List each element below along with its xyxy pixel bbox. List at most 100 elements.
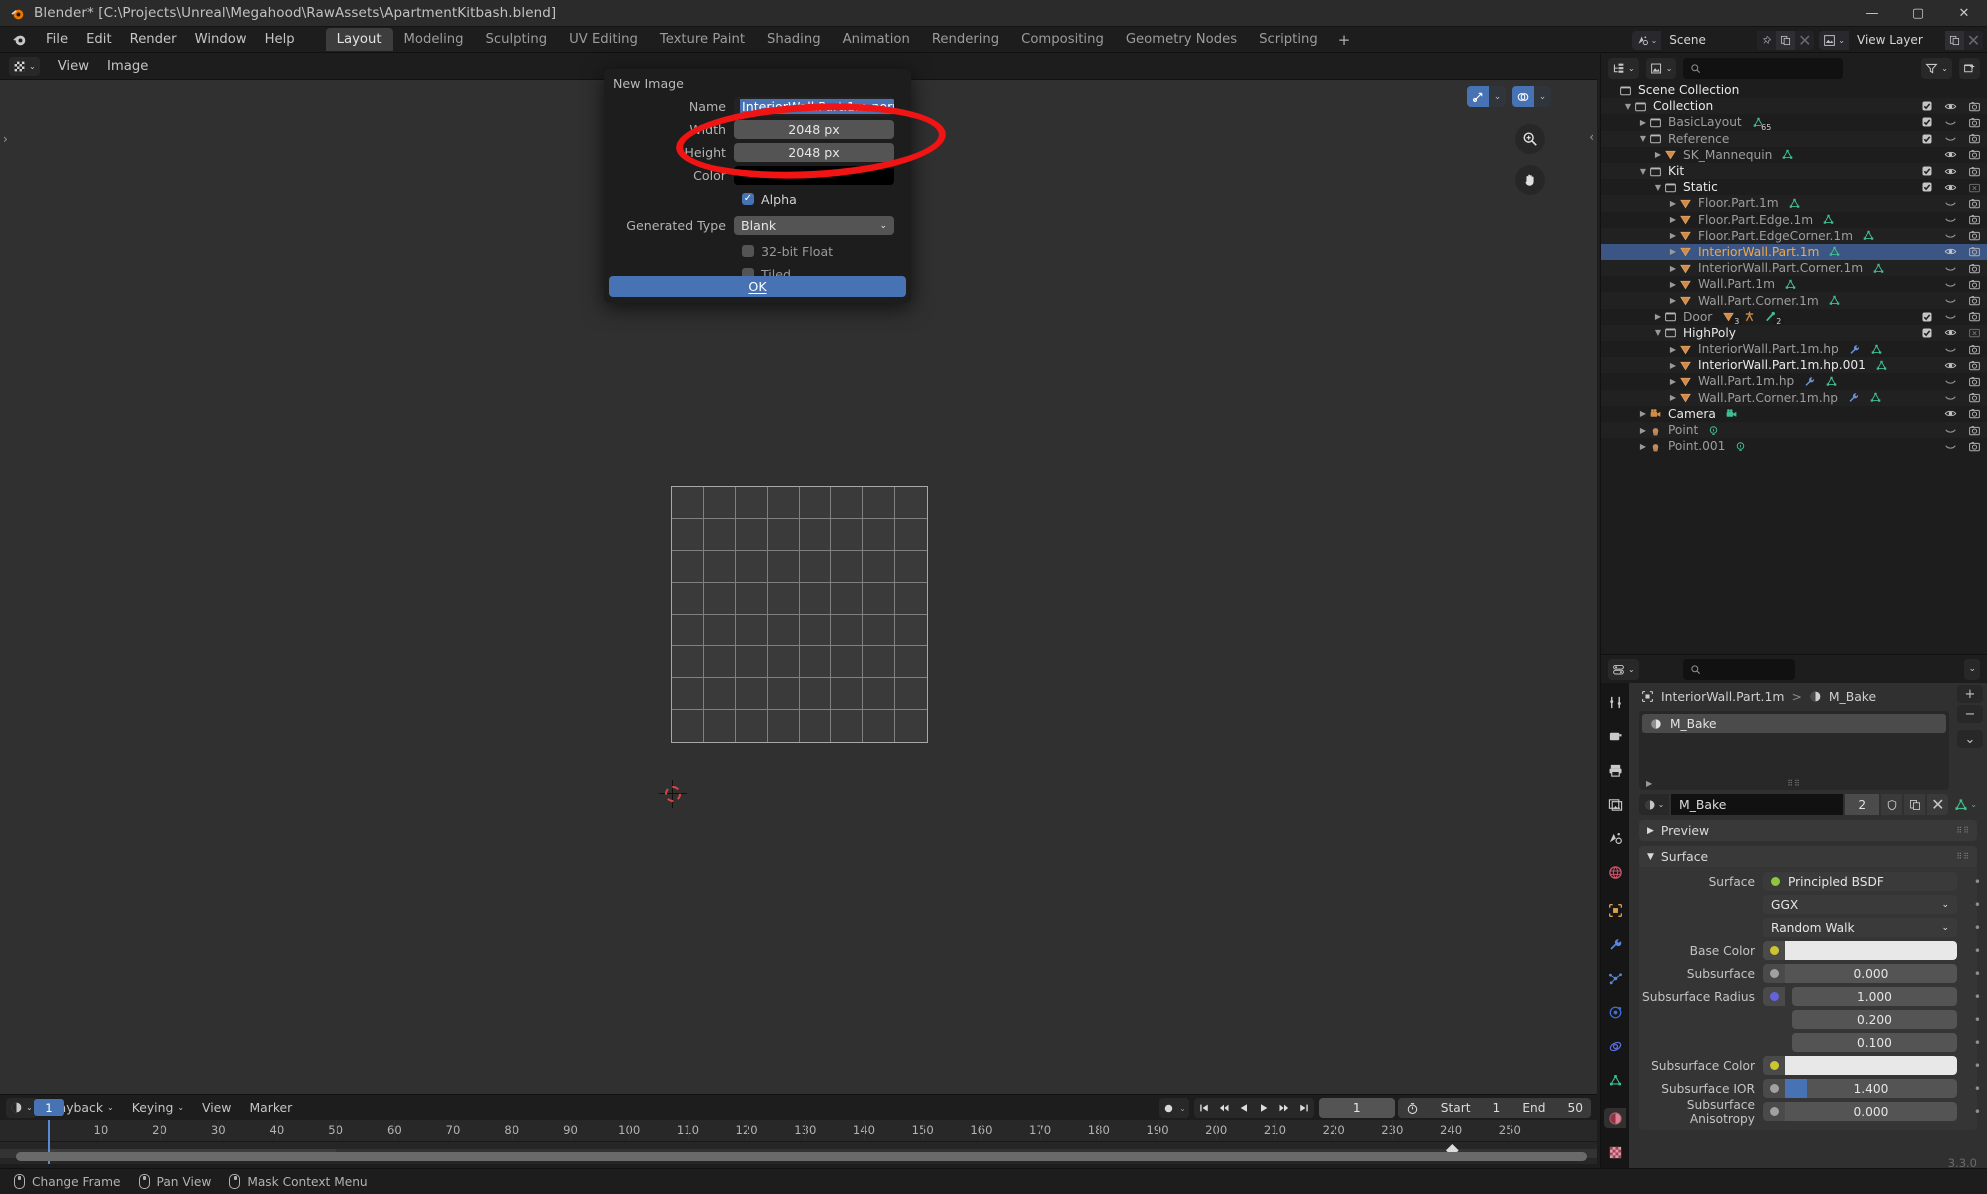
- 2d-cursor-icon[interactable]: [659, 780, 687, 808]
- camera-toggle[interactable]: [1968, 359, 1981, 372]
- outliner-item-label[interactable]: Scene Collection: [1638, 83, 1739, 97]
- outliner-item-label[interactable]: Floor.Part.Edge.1m: [1698, 213, 1813, 227]
- material-slot-list[interactable]: M_Bake ▶ ⠿⠿: [1639, 711, 1949, 790]
- outliner-item-label[interactable]: SK_Mannequin: [1683, 148, 1772, 162]
- disclosure-triangle-icon[interactable]: ▶: [1652, 150, 1664, 159]
- properties-tab-data[interactable]: [1604, 1070, 1626, 1090]
- camera-toggle[interactable]: [1968, 262, 1981, 275]
- check-toggle[interactable]: [1920, 132, 1933, 145]
- timeline-menu-marker[interactable]: Marker: [242, 1098, 299, 1117]
- material-slot-item[interactable]: M_Bake: [1642, 714, 1946, 733]
- start-frame-value[interactable]: 1: [1493, 1101, 1501, 1115]
- outliner-row[interactable]: ▶ Point.001: [1601, 438, 1987, 454]
- disclosure-triangle-icon[interactable]: ▶: [1667, 296, 1679, 305]
- unlink-material-icon[interactable]: ✕: [1927, 794, 1949, 815]
- property-value-vector[interactable]: 1.000: [1763, 987, 1957, 1006]
- timeline-ruler[interactable]: 1020304050607080901001101201301401501601…: [0, 1120, 1597, 1142]
- outliner-item-label[interactable]: Reference: [1668, 132, 1729, 146]
- jump-start-icon[interactable]: [1194, 1098, 1214, 1118]
- eye-toggle[interactable]: [1944, 148, 1957, 161]
- outliner-row[interactable]: ▶ InteriorWall.Part.Corner.1m: [1601, 260, 1987, 277]
- disclosure-triangle-icon[interactable]: ▶: [1637, 426, 1649, 435]
- breadcrumb-material-name[interactable]: M_Bake: [1829, 689, 1876, 704]
- maximize-button[interactable]: ▢: [1895, 0, 1941, 27]
- stopwatch-icon[interactable]: [1406, 1102, 1419, 1115]
- disclosure-triangle-icon[interactable]: ▶: [1667, 199, 1679, 208]
- eye-toggle[interactable]: [1944, 359, 1957, 372]
- float32-checkbox-row[interactable]: 32-bit Float: [604, 241, 911, 261]
- animate-dot-icon[interactable]: •: [1974, 967, 1981, 981]
- outliner-row[interactable]: ▶ Point: [1601, 421, 1987, 439]
- property-value-slider[interactable]: 0.000: [1763, 964, 1957, 983]
- property-value-slider[interactable]: 0.000: [1763, 1102, 1957, 1121]
- ok-button[interactable]: OK: [609, 276, 906, 297]
- workspace-tab-rendering[interactable]: Rendering: [921, 28, 1010, 51]
- disclosure-triangle-icon[interactable]: ▼: [1622, 102, 1634, 111]
- properties-tab-physics[interactable]: [1604, 1002, 1626, 1022]
- eye-closed-toggle[interactable]: [1944, 197, 1957, 210]
- camera-toggle[interactable]: [1968, 229, 1981, 242]
- check-toggle[interactable]: [1920, 181, 1933, 194]
- properties-tab-scene[interactable]: [1604, 828, 1626, 848]
- camera-toggle[interactable]: [1968, 310, 1981, 323]
- disclosure-triangle-icon[interactable]: ▼: [1652, 328, 1664, 337]
- material-slot-specials-button[interactable]: ⌄: [1957, 730, 1983, 748]
- menu-file[interactable]: File: [37, 29, 77, 50]
- menu-render[interactable]: Render: [121, 29, 186, 50]
- camera-toggle[interactable]: [1968, 424, 1981, 437]
- animate-dot-icon[interactable]: •: [1974, 1013, 1981, 1027]
- outliner-row[interactable]: ▶ Camera: [1601, 406, 1987, 422]
- disclosure-triangle-icon[interactable]: ▶: [1667, 247, 1679, 256]
- outliner-item-label[interactable]: InteriorWall.Part.Corner.1m: [1698, 261, 1863, 275]
- filter-icon[interactable]: ⌄: [1921, 57, 1952, 79]
- scene-browse-icon[interactable]: ⌄: [1631, 30, 1662, 50]
- camera-off-toggle[interactable]: [1968, 181, 1981, 194]
- scene-selector[interactable]: ⌄ Scene ✕: [1631, 30, 1815, 50]
- show-gizmo-dropdown-icon[interactable]: ⌄: [1489, 86, 1506, 107]
- image-editor-menu-view[interactable]: View: [49, 56, 98, 77]
- fake-user-icon[interactable]: [1881, 794, 1903, 815]
- outliner-item-label[interactable]: Floor.Part.1m: [1698, 196, 1779, 210]
- workspace-tab-modeling[interactable]: Modeling: [393, 28, 475, 51]
- animate-dot-icon[interactable]: •: [1974, 990, 1981, 1004]
- color-swatch[interactable]: [1785, 1056, 1957, 1075]
- outliner-item-label[interactable]: InteriorWall.Part.1m.hp: [1698, 342, 1839, 356]
- jump-end-icon[interactable]: [1294, 1098, 1314, 1118]
- animate-dot-icon[interactable]: •: [1974, 1082, 1981, 1096]
- outliner-row[interactable]: ▼ HighPoly: [1601, 324, 1987, 341]
- outliner-row[interactable]: ▼ Collection: [1601, 98, 1987, 115]
- image-editor-menu-image[interactable]: Image: [98, 56, 157, 77]
- float32-checkbox[interactable]: [742, 245, 754, 257]
- show-gizmo-icon[interactable]: [1467, 86, 1489, 107]
- image-editor-type-icon[interactable]: ⌄: [9, 57, 40, 76]
- delete-view-layer-icon[interactable]: ✕: [1964, 30, 1983, 50]
- panel-header-surface[interactable]: ▼ Surface ⠿⠿: [1639, 846, 1977, 867]
- outliner-row[interactable]: ▶ Floor.Part.Edge.1m: [1601, 212, 1987, 228]
- new-collection-icon[interactable]: [1959, 57, 1980, 79]
- check-toggle[interactable]: [1920, 116, 1933, 129]
- check-toggle[interactable]: [1920, 326, 1933, 339]
- eye-closed-toggle[interactable]: [1944, 132, 1957, 145]
- image-canvas-grid[interactable]: [671, 486, 928, 743]
- camera-toggle[interactable]: [1968, 100, 1981, 113]
- timeline-track-area[interactable]: 1 › ‹: [0, 1099, 1597, 1194]
- workspace-tab-animation[interactable]: Animation: [832, 28, 921, 51]
- scrollbar-thumb[interactable]: [16, 1152, 1587, 1161]
- eye-toggle[interactable]: [1944, 181, 1957, 194]
- property-value-vector-sub[interactable]: 0.100: [1763, 1033, 1957, 1052]
- end-frame-value[interactable]: 50: [1567, 1101, 1583, 1115]
- hand-pan-icon[interactable]: [1515, 165, 1545, 195]
- eye-closed-toggle[interactable]: [1944, 116, 1957, 129]
- outliner-item-label[interactable]: Camera: [1668, 407, 1716, 421]
- outliner-row[interactable]: ▶ Wall.Part.1m: [1601, 276, 1987, 292]
- disclosure-triangle-icon[interactable]: ▶: [1667, 280, 1679, 289]
- outliner-row[interactable]: ▶ InteriorWall.Part.1m.hp.001: [1601, 357, 1987, 374]
- eye-toggle[interactable]: [1944, 165, 1957, 178]
- properties-tab-object[interactable]: [1604, 900, 1626, 920]
- outliner-tree[interactable]: Scene Collection ▼ Collection ▶ BasicLayout 6…: [1601, 82, 1987, 454]
- timeline-menu-view[interactable]: View: [195, 1098, 238, 1117]
- outliner-row[interactable]: ▶ Wall.Part.Corner.1m: [1601, 292, 1987, 309]
- properties-tab-tool[interactable]: [1604, 692, 1626, 712]
- view-layer-selector[interactable]: ⌄ View Layer ✕: [1819, 30, 1983, 50]
- property-value-node[interactable]: Principled BSDF: [1763, 872, 1957, 891]
